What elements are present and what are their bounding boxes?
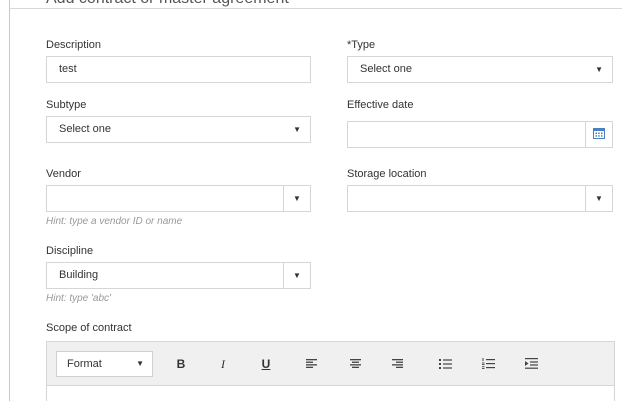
bold-button[interactable]: B xyxy=(171,354,191,374)
format-select[interactable]: Format ▼ xyxy=(56,351,153,377)
type-label: *Type xyxy=(347,39,376,51)
align-left-button[interactable] xyxy=(301,354,321,374)
align-right-icon xyxy=(391,359,403,369)
bullet-list-button[interactable] xyxy=(435,354,455,374)
format-select-label: Format xyxy=(67,358,102,370)
discipline-value: Building xyxy=(59,269,99,281)
indent-button[interactable] xyxy=(521,354,541,374)
scope-label: Scope of contract xyxy=(46,322,132,334)
dropdown-arrow-icon: ▼ xyxy=(136,359,144,368)
vendor-label: Vendor xyxy=(46,168,81,180)
subtype-label: Subtype xyxy=(46,99,87,111)
type-select[interactable]: Select one ▼ xyxy=(347,56,613,83)
scope-rich-text-editor[interactable]: Format ▼ B I U xyxy=(46,341,615,401)
dropdown-arrow-icon: ▼ xyxy=(595,194,603,203)
align-left-icon xyxy=(305,359,317,369)
dropdown-arrow-icon: ▼ xyxy=(293,194,301,203)
storage-location-label: Storage location xyxy=(347,168,427,180)
editor-toolbar: Format ▼ B I U xyxy=(47,342,614,386)
vendor-hint: Hint: type a vendor ID or name xyxy=(46,216,183,227)
numbered-list-button[interactable] xyxy=(478,354,498,374)
align-center-icon xyxy=(349,359,361,369)
frame-left-border xyxy=(9,0,10,401)
discipline-dropdown-button[interactable]: ▼ xyxy=(283,263,310,288)
discipline-combobox[interactable]: Building ▼ xyxy=(46,262,311,289)
vendor-dropdown-button[interactable]: ▼ xyxy=(283,186,310,211)
indent-icon xyxy=(524,358,538,370)
page-title: Add contract or master agreement xyxy=(46,0,289,8)
type-selected-value: Select one xyxy=(360,63,412,75)
align-right-button[interactable] xyxy=(387,354,407,374)
vendor-combobox[interactable]: ▼ xyxy=(46,185,311,212)
subtype-select[interactable]: Select one ▼ xyxy=(46,116,311,143)
dropdown-arrow-icon: ▼ xyxy=(293,271,301,280)
storage-location-combobox[interactable]: ▼ xyxy=(347,185,613,212)
calendar-icon xyxy=(593,127,605,139)
underline-button[interactable]: U xyxy=(256,354,276,374)
dropdown-arrow-icon: ▼ xyxy=(293,125,301,134)
description-value: test xyxy=(59,63,77,75)
frame-top-border xyxy=(9,8,622,9)
align-center-button[interactable] xyxy=(345,354,365,374)
calendar-button[interactable] xyxy=(585,122,612,147)
numbered-list-icon xyxy=(481,358,495,370)
bullet-list-icon xyxy=(438,358,452,369)
effective-date-input[interactable] xyxy=(347,121,613,148)
storage-location-dropdown-button[interactable]: ▼ xyxy=(585,186,612,211)
discipline-label: Discipline xyxy=(46,245,94,257)
discipline-hint: Hint: type 'abc' xyxy=(46,293,111,304)
italic-button[interactable]: I xyxy=(213,354,233,374)
description-label: Description xyxy=(46,39,102,51)
dropdown-arrow-icon: ▼ xyxy=(595,65,603,74)
effective-date-label: Effective date xyxy=(347,99,414,111)
description-input[interactable]: test xyxy=(46,56,311,83)
subtype-selected-value: Select one xyxy=(59,123,111,135)
